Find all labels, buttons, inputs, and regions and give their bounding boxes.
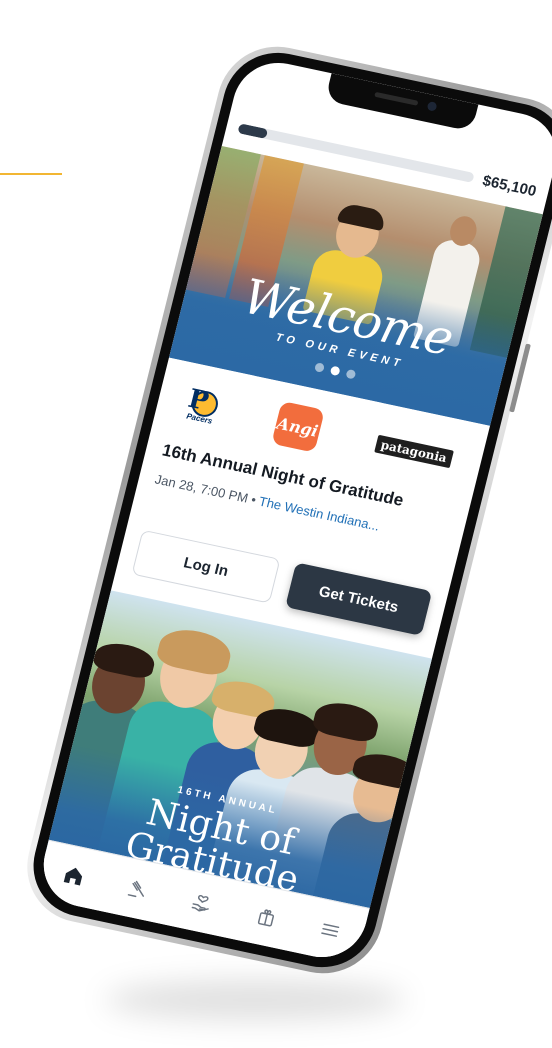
carousel-dot-active[interactable]	[329, 365, 341, 377]
donate-heart-icon	[191, 894, 209, 912]
gift-icon	[257, 909, 274, 927]
phone-bezel: $65,100 Welcome TO OUR EVENT P Pacers An…	[22, 42, 552, 978]
gavel-icon	[128, 880, 145, 898]
nav-donate[interactable]	[178, 879, 227, 926]
patagonia-logo[interactable]: patagonia	[374, 434, 454, 469]
phone-frame: $65,100 Welcome TO OUR EVENT P Pacers An…	[14, 35, 552, 985]
angi-logo[interactable]: Angi	[270, 400, 325, 453]
login-button[interactable]: Log In	[131, 529, 281, 604]
notch	[324, 73, 479, 132]
phone-mockup: $65,100 Welcome TO OUR EVENT P Pacers An…	[0, 0, 552, 1048]
nav-menu[interactable]	[306, 907, 355, 954]
nav-home[interactable]	[49, 852, 98, 899]
nav-auction[interactable]	[113, 866, 162, 913]
speaker	[374, 91, 419, 106]
camera	[426, 101, 438, 112]
phone-screen: $65,100 Welcome TO OUR EVENT P Pacers An…	[34, 54, 552, 966]
angi-logo-mark: Angi	[270, 400, 325, 453]
get-tickets-button[interactable]: Get Tickets	[285, 562, 433, 636]
event-datetime: Jan 28, 7:00 PM	[153, 471, 250, 506]
progress-fill	[237, 123, 268, 139]
carousel-dot[interactable]	[344, 368, 356, 380]
carousel-dot[interactable]	[313, 362, 325, 373]
menu-icon	[321, 923, 340, 937]
patagonia-wordmark: patagonia	[374, 434, 454, 469]
home-icon	[63, 867, 82, 886]
meta-separator: •	[249, 491, 258, 508]
pacers-logo[interactable]: P Pacers	[183, 384, 223, 428]
pacers-logo-mark: P Pacers	[183, 384, 223, 428]
raised-amount: $65,100	[480, 171, 539, 200]
nav-store[interactable]	[242, 893, 291, 940]
